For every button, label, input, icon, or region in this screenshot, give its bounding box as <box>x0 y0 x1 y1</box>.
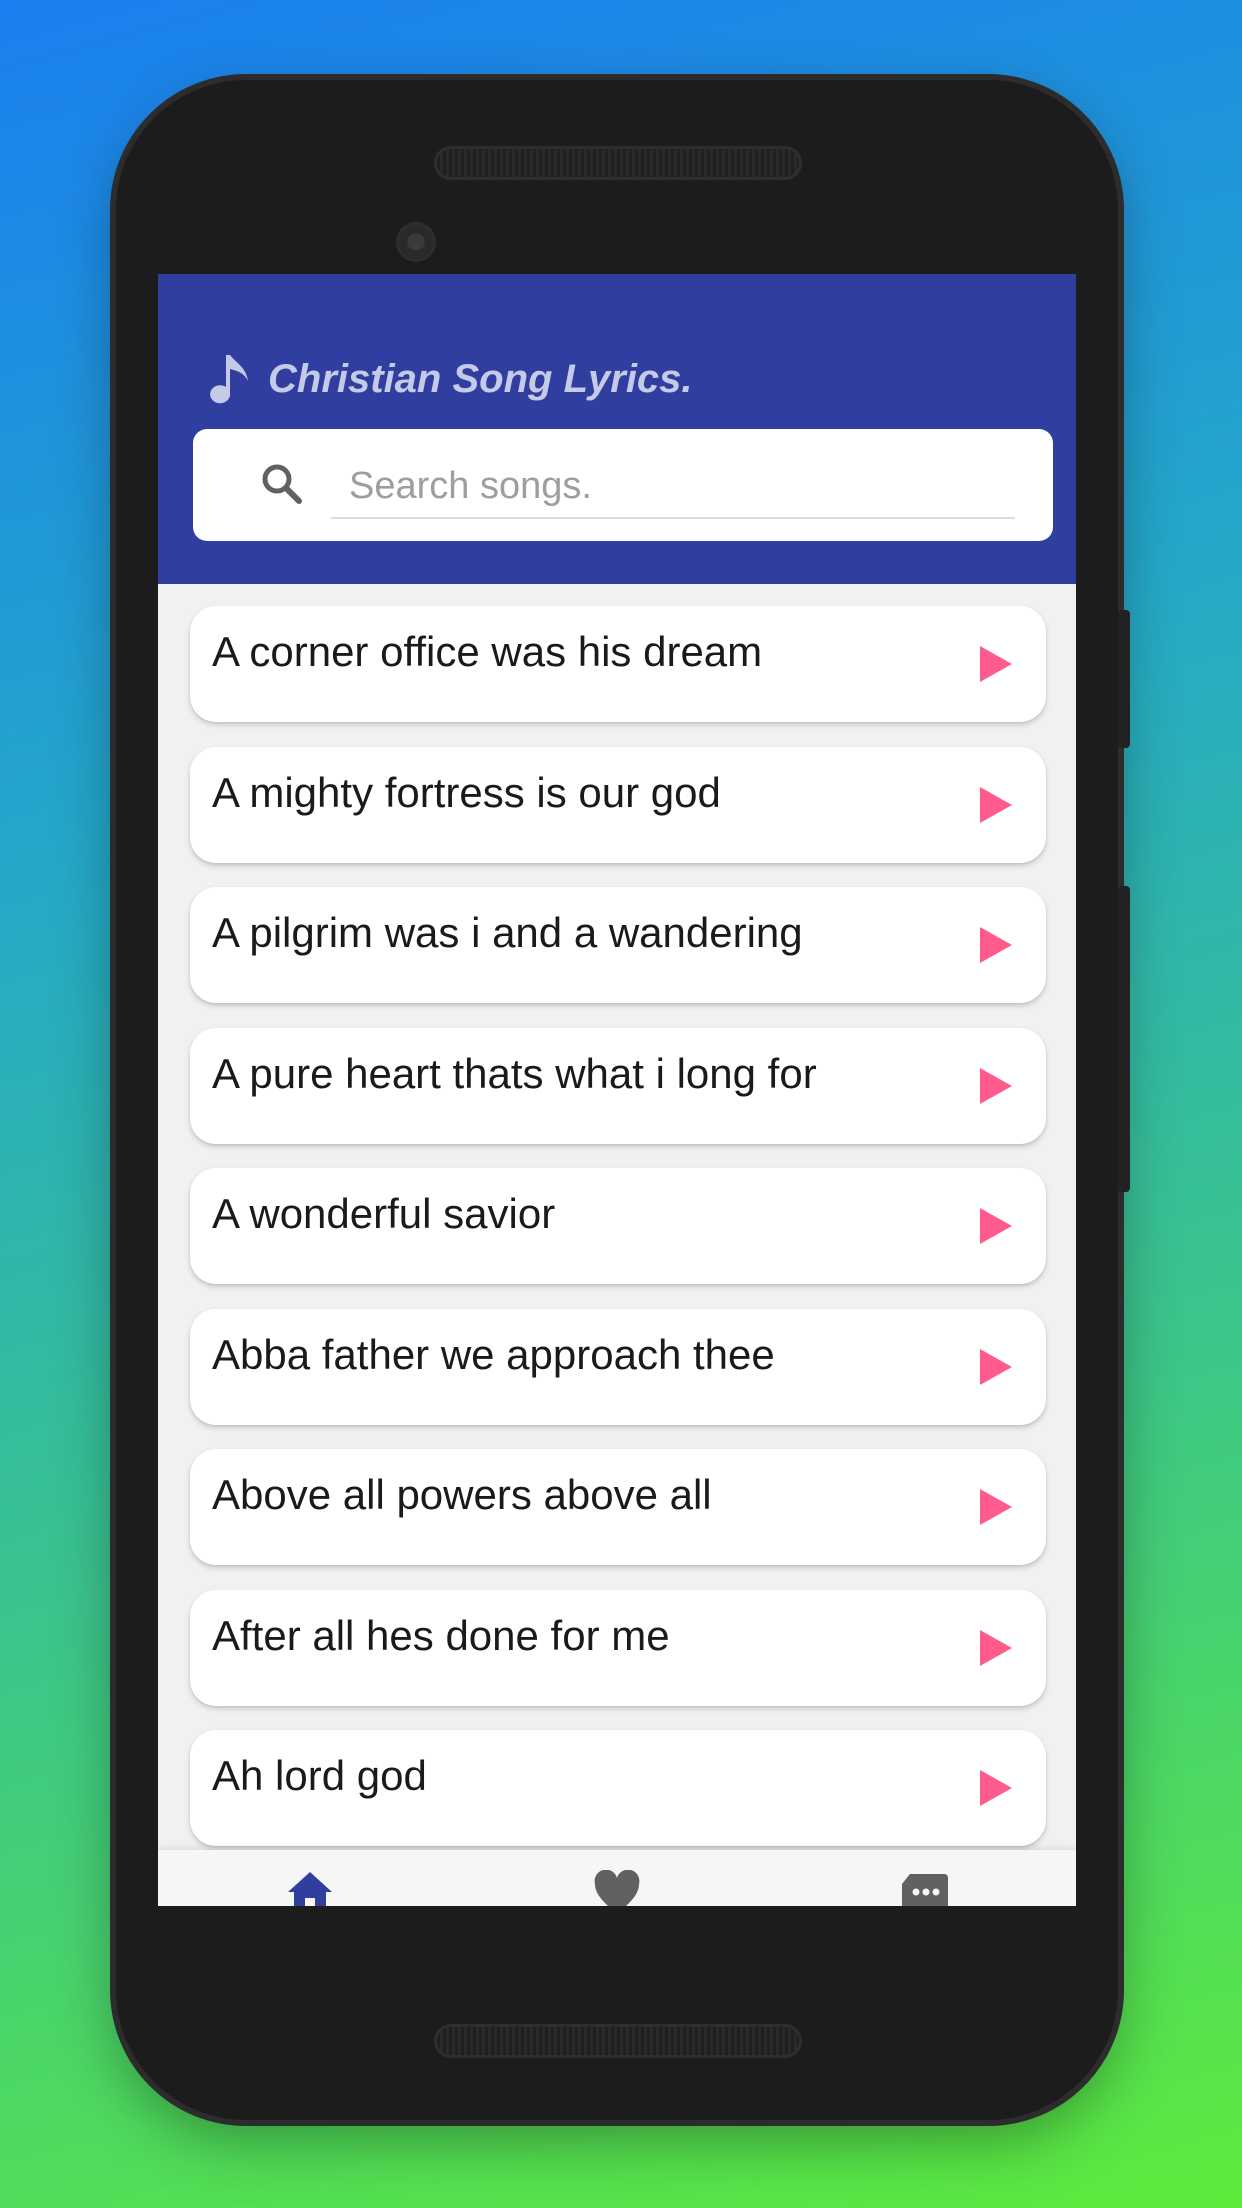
song-list-item[interactable]: A wonderful savior <box>190 1168 1046 1284</box>
app-bar: Christian Song Lyrics. <box>158 274 1076 584</box>
song-list: A corner office was his dream A mighty fo… <box>190 606 1046 1871</box>
home-icon[interactable] <box>286 1870 334 1906</box>
play-icon[interactable] <box>978 1347 1014 1387</box>
play-icon[interactable] <box>978 1628 1014 1668</box>
song-title: Ah lord god <box>212 1752 427 1799</box>
song-title: A corner office was his dream <box>212 628 763 675</box>
song-list-item[interactable]: After all hes done for me <box>190 1589 1046 1706</box>
song-list-item[interactable]: Above all powers above all <box>190 1449 1046 1565</box>
song-title: A wonderful savior <box>212 1190 556 1237</box>
song-list-item[interactable]: Abba father we approach thee <box>190 1308 1046 1425</box>
volume-button <box>1118 886 1130 1192</box>
song-list-item[interactable]: A pure heart thats what i long for <box>190 1027 1046 1144</box>
app-title: Christian Song Lyrics. <box>268 356 693 401</box>
song-title: Abba father we approach thee <box>212 1330 775 1378</box>
search-bar[interactable] <box>193 429 1053 541</box>
bottom-speaker <box>434 2024 802 2058</box>
heart-icon[interactable] <box>593 1870 641 1906</box>
song-list-item[interactable]: Ah lord god <box>190 1730 1046 1846</box>
song-title: A pure heart thats what i long for <box>212 1049 817 1097</box>
song-title: Above all powers above all <box>212 1471 712 1518</box>
play-icon[interactable] <box>978 644 1014 684</box>
song-list-item[interactable]: A corner office was his dream <box>190 606 1046 722</box>
play-icon[interactable] <box>978 925 1014 965</box>
play-icon[interactable] <box>978 785 1014 825</box>
song-list-item[interactable]: A mighty fortress is our god <box>190 746 1046 863</box>
play-icon[interactable] <box>978 1768 1014 1808</box>
song-list-item[interactable]: A pilgrim was i and a wandering <box>190 887 1046 1003</box>
song-title: A mighty fortress is our god <box>212 768 721 816</box>
music-note-icon <box>210 355 248 404</box>
front-camera <box>396 222 436 262</box>
song-title: A pilgrim was i and a wandering <box>212 909 803 956</box>
song-title: After all hes done for me <box>212 1611 670 1659</box>
search-input[interactable] <box>331 455 1015 519</box>
play-icon[interactable] <box>978 1487 1014 1527</box>
bottom-navigation <box>158 1850 1076 1906</box>
title-row: Christian Song Lyrics. <box>208 344 693 414</box>
play-icon[interactable] <box>978 1206 1014 1246</box>
message-icon[interactable] <box>900 1870 948 1906</box>
search-icon <box>262 464 302 504</box>
app-screen: Christian Song Lyrics. A corner office w… <box>158 274 1076 1906</box>
play-icon[interactable] <box>978 1066 1014 1106</box>
earpiece-speaker <box>434 146 802 180</box>
power-button <box>1118 610 1130 748</box>
